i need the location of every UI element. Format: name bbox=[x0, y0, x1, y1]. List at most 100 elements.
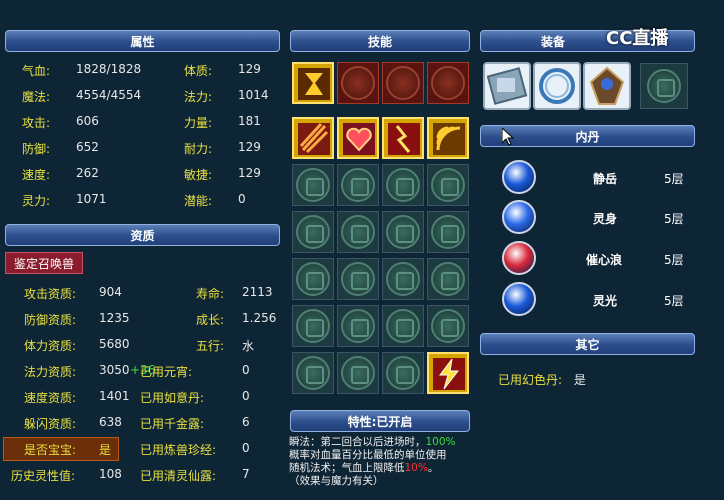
skill-slot-empty[interactable] bbox=[427, 211, 469, 253]
empty-skill-emblem-icon bbox=[341, 309, 375, 343]
skill-slot-empty[interactable] bbox=[337, 211, 379, 253]
aptitude-label-2: 五行: bbox=[196, 339, 225, 353]
inner-pill-row[interactable]: 灵身 5层 bbox=[480, 200, 695, 236]
locked-skill-icon bbox=[341, 66, 375, 100]
attribute-label-2: 法力: bbox=[184, 90, 213, 104]
attribute-value: 4554/4554 bbox=[76, 88, 142, 102]
attribute-label: 气血: bbox=[22, 64, 51, 78]
skill-slot-empty[interactable] bbox=[382, 211, 424, 253]
skill-slot-empty[interactable] bbox=[382, 305, 424, 347]
other-header: 其它 bbox=[480, 333, 695, 355]
skill-slot-lightning[interactable] bbox=[427, 352, 469, 394]
trait-percent-1: 100% bbox=[425, 436, 456, 448]
skill-slot-cracked[interactable] bbox=[382, 117, 424, 159]
skill-slot-empty[interactable] bbox=[292, 352, 334, 394]
skill-slot-locked[interactable] bbox=[382, 62, 424, 104]
trait-line-3: 随机法术；气血上限降低 bbox=[289, 462, 405, 474]
aptitude-label: 体力资质: bbox=[24, 339, 77, 353]
skill-slot-empty[interactable] bbox=[337, 305, 379, 347]
aptitude-value-2: 7 bbox=[242, 467, 250, 481]
aptitude-label-2: 已用千金露: bbox=[140, 417, 205, 431]
aptitude-value-2: 2113 bbox=[242, 285, 273, 299]
attribute-label: 防御: bbox=[22, 142, 51, 156]
aptitude-row: 攻击资质: 904 寿命: 2113 bbox=[0, 280, 285, 306]
aptitude-label-2: 寿命: bbox=[196, 287, 225, 301]
attribute-row: 攻击: 606 力量: 181 bbox=[0, 110, 285, 136]
aptitude-value: 3050 bbox=[99, 363, 130, 377]
talisman-icon bbox=[298, 68, 330, 100]
aptitude-value-2: 0 bbox=[242, 389, 250, 403]
attributes-header: 属性 bbox=[5, 30, 280, 52]
skill-slot-empty[interactable] bbox=[292, 258, 334, 300]
trait-line-1: 瞬法：第二回合以后进场时， bbox=[289, 436, 426, 448]
inner-pill-name: 催心浪 bbox=[586, 253, 623, 267]
skill-slot-empty[interactable] bbox=[382, 164, 424, 206]
equipment-slot-empty[interactable] bbox=[640, 63, 688, 109]
inner-pill-row[interactable]: 催心浪 5层 bbox=[480, 241, 695, 277]
equipment-slot-3[interactable] bbox=[583, 62, 631, 110]
aptitude-header: 资质 bbox=[5, 224, 280, 246]
trait-percent-2: 10% bbox=[404, 462, 428, 474]
inner-pill-row[interactable]: 静岳 5层 bbox=[480, 160, 695, 196]
aptitude-row: 速度资质: 1401 已用如意丹: 0 bbox=[0, 384, 285, 410]
skill-slot-empty[interactable] bbox=[382, 258, 424, 300]
attribute-value-2: 129 bbox=[238, 140, 261, 154]
inner-pill-orb-icon bbox=[502, 282, 536, 316]
attribute-value: 262 bbox=[76, 166, 99, 180]
trait-header: 特性:已开启 bbox=[290, 410, 470, 432]
inner-pill-orb-icon bbox=[502, 160, 536, 194]
skill-slot-talisman[interactable] bbox=[292, 62, 334, 104]
aptitude-label-2: 成长: bbox=[196, 313, 225, 327]
attribute-label-2: 耐力: bbox=[184, 142, 213, 156]
skill-slot-empty[interactable] bbox=[427, 258, 469, 300]
attribute-value: 652 bbox=[76, 140, 99, 154]
cc-logo: CC直播 bbox=[606, 22, 718, 52]
equipment-slot-2[interactable] bbox=[533, 62, 581, 110]
skill-slot-empty[interactable] bbox=[337, 258, 379, 300]
equipment-slot-1[interactable] bbox=[483, 62, 531, 110]
skill-slot-heart[interactable] bbox=[337, 117, 379, 159]
attribute-value: 1828/1828 bbox=[76, 62, 142, 76]
aptitude-label-2: 已用炼兽珍经: bbox=[140, 443, 217, 457]
identify-summon-button[interactable]: 鉴定召唤兽 bbox=[5, 252, 83, 274]
aptitude-value: 是 bbox=[99, 443, 112, 457]
aptitude-row: 防御资质: 1235 成长: 1.256 bbox=[0, 306, 285, 332]
attribute-label: 速度: bbox=[22, 168, 51, 182]
skill-slot-locked[interactable] bbox=[427, 62, 469, 104]
aptitude-row: 历史灵性值: 108 已用清灵仙露: 7 bbox=[0, 462, 285, 488]
attribute-value-2: 129 bbox=[238, 62, 261, 76]
skill-slot-empty[interactable] bbox=[292, 305, 334, 347]
skill-slot-slash[interactable] bbox=[292, 117, 334, 159]
inner-pill-name: 灵身 bbox=[593, 212, 618, 226]
inner-pill-level: 5层 bbox=[664, 172, 684, 186]
aptitude-value-2: 1.256 bbox=[242, 311, 277, 325]
skill-slot-empty[interactable] bbox=[292, 211, 334, 253]
armor-icon bbox=[486, 67, 528, 105]
skill-slot-empty[interactable] bbox=[382, 352, 424, 394]
locked-skill-icon bbox=[431, 66, 465, 100]
aptitude-label-2: 已用如意丹: bbox=[140, 391, 205, 405]
attribute-label-2: 潜能: bbox=[184, 194, 213, 208]
inner-pill-level: 5层 bbox=[664, 294, 684, 308]
aptitude-row: 躲闪资质: 638 已用千金露: 6 bbox=[0, 410, 285, 436]
skill-slot-locked[interactable] bbox=[337, 62, 379, 104]
empty-skill-emblem-icon bbox=[386, 215, 420, 249]
collar-icon bbox=[539, 68, 575, 104]
other-label: 已用幻色丹: bbox=[498, 373, 563, 387]
empty-skill-emblem-icon bbox=[341, 356, 375, 390]
skill-slot-empty[interactable] bbox=[427, 164, 469, 206]
skill-slot-empty[interactable] bbox=[427, 305, 469, 347]
skill-slot-wave[interactable] bbox=[427, 117, 469, 159]
empty-skill-emblem-icon bbox=[386, 356, 420, 390]
aptitude-value: 108 bbox=[99, 467, 122, 481]
aptitude-label: 躲闪资质: bbox=[24, 417, 77, 431]
logo-text: CC直播 bbox=[606, 28, 669, 49]
amulet-icon bbox=[589, 66, 625, 105]
skill-slot-empty[interactable] bbox=[337, 352, 379, 394]
aptitude-value-2: 0 bbox=[242, 363, 250, 377]
attribute-value-2: 1014 bbox=[238, 88, 269, 102]
slash-icon bbox=[298, 122, 330, 155]
skill-slot-empty[interactable] bbox=[292, 164, 334, 206]
inner-pill-row[interactable]: 灵光 5层 bbox=[480, 282, 695, 318]
skill-slot-empty[interactable] bbox=[337, 164, 379, 206]
